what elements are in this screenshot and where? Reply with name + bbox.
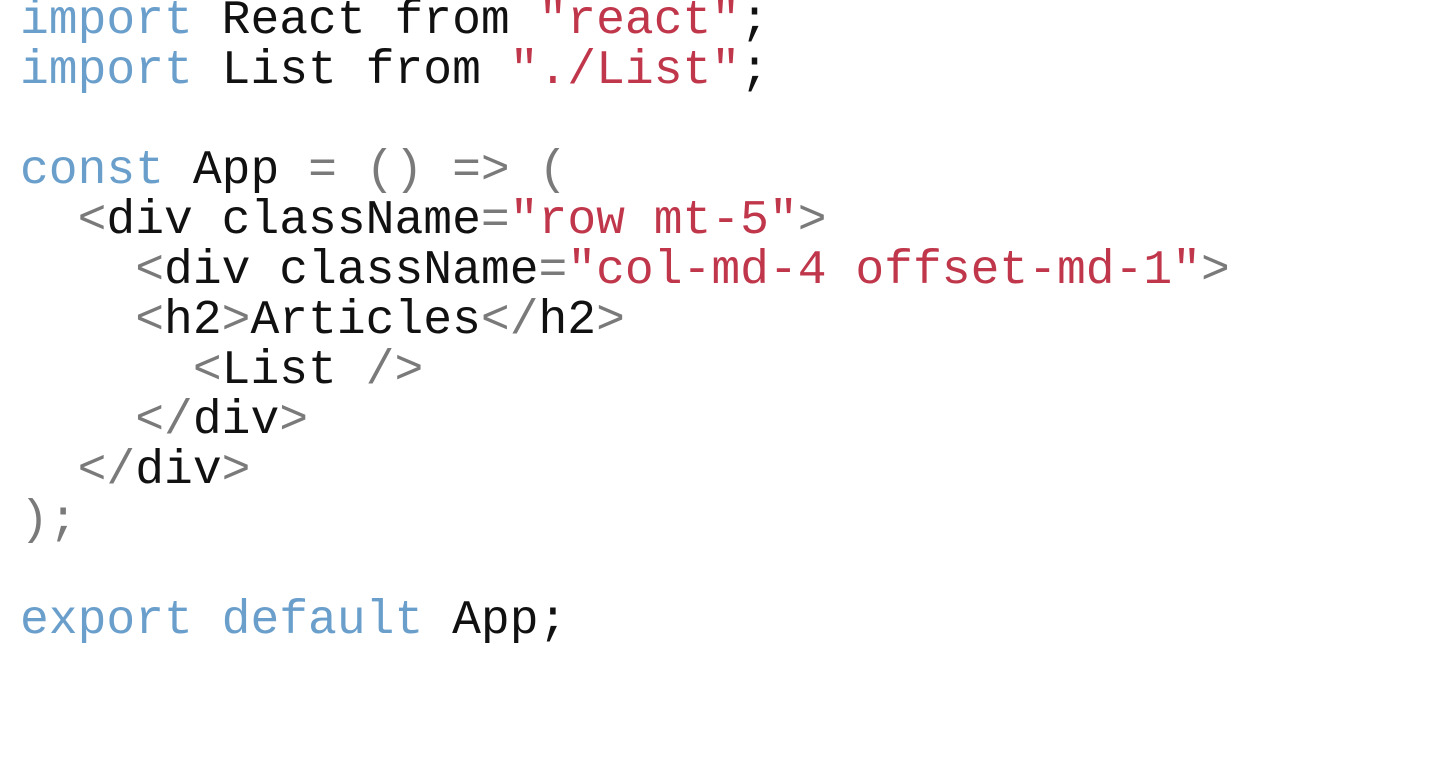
code-token-string: "react"	[538, 0, 741, 48]
code-token-plain: div	[192, 394, 280, 448]
code-token-plain: React	[192, 0, 395, 48]
code-token-keyword: export	[20, 594, 193, 648]
code-token-plain: App	[164, 144, 309, 198]
code-token-keyword: const	[20, 144, 165, 198]
code-token-plain: h2	[164, 294, 222, 348]
code-token-punct: = () => (	[308, 144, 568, 198]
code-token-plain: div className	[106, 194, 481, 248]
code-token-punct: =	[480, 194, 510, 248]
code-token-plain: from	[365, 44, 481, 98]
code-token-punct: </	[135, 394, 193, 448]
code-token-punct: </	[480, 294, 539, 348]
code-token-plain: App;	[423, 594, 568, 648]
code-token-plain: List	[221, 344, 366, 398]
code-block: import React from "react"; import List fr…	[0, 0, 1452, 750]
code-token-punct: />	[365, 344, 424, 398]
code-token-punct: >	[1201, 244, 1230, 298]
code-token-punct: <	[135, 244, 165, 298]
code-token-punct: >	[221, 294, 251, 348]
code-token-string: "col-md-4 offset-md-1"	[567, 244, 1202, 298]
code-token-punct: <	[192, 344, 222, 398]
code-token-keyword: import	[20, 44, 193, 98]
code-token-plain: h2	[538, 294, 597, 348]
code-token-plain: ;	[740, 44, 769, 98]
code-token-punct: >	[279, 394, 309, 448]
code-token-punct: =	[538, 244, 568, 298]
code-token-plain: div	[135, 444, 222, 498]
code-line: export default App;	[20, 592, 1452, 650]
code-token-punct: >	[797, 194, 827, 248]
code-token-plain: Articles	[250, 294, 481, 348]
code-token-punct: <	[77, 194, 107, 248]
code-token-punct: );	[20, 494, 78, 548]
code-token-punct: >	[596, 294, 625, 348]
code-token-punct: <	[135, 294, 165, 348]
code-token-plain: from	[394, 0, 510, 48]
code-token-string: "row mt-5"	[509, 194, 798, 248]
code-token-keyword: import	[20, 0, 193, 48]
code-token-string: "./List"	[509, 44, 741, 98]
code-token-punct: </	[77, 444, 136, 498]
code-token-punct: >	[221, 444, 251, 498]
code-token-keyword: default	[221, 594, 424, 648]
code-token-plain: List	[192, 44, 366, 98]
code-token-plain: ;	[740, 0, 769, 48]
code-token-plain: div className	[164, 244, 539, 298]
